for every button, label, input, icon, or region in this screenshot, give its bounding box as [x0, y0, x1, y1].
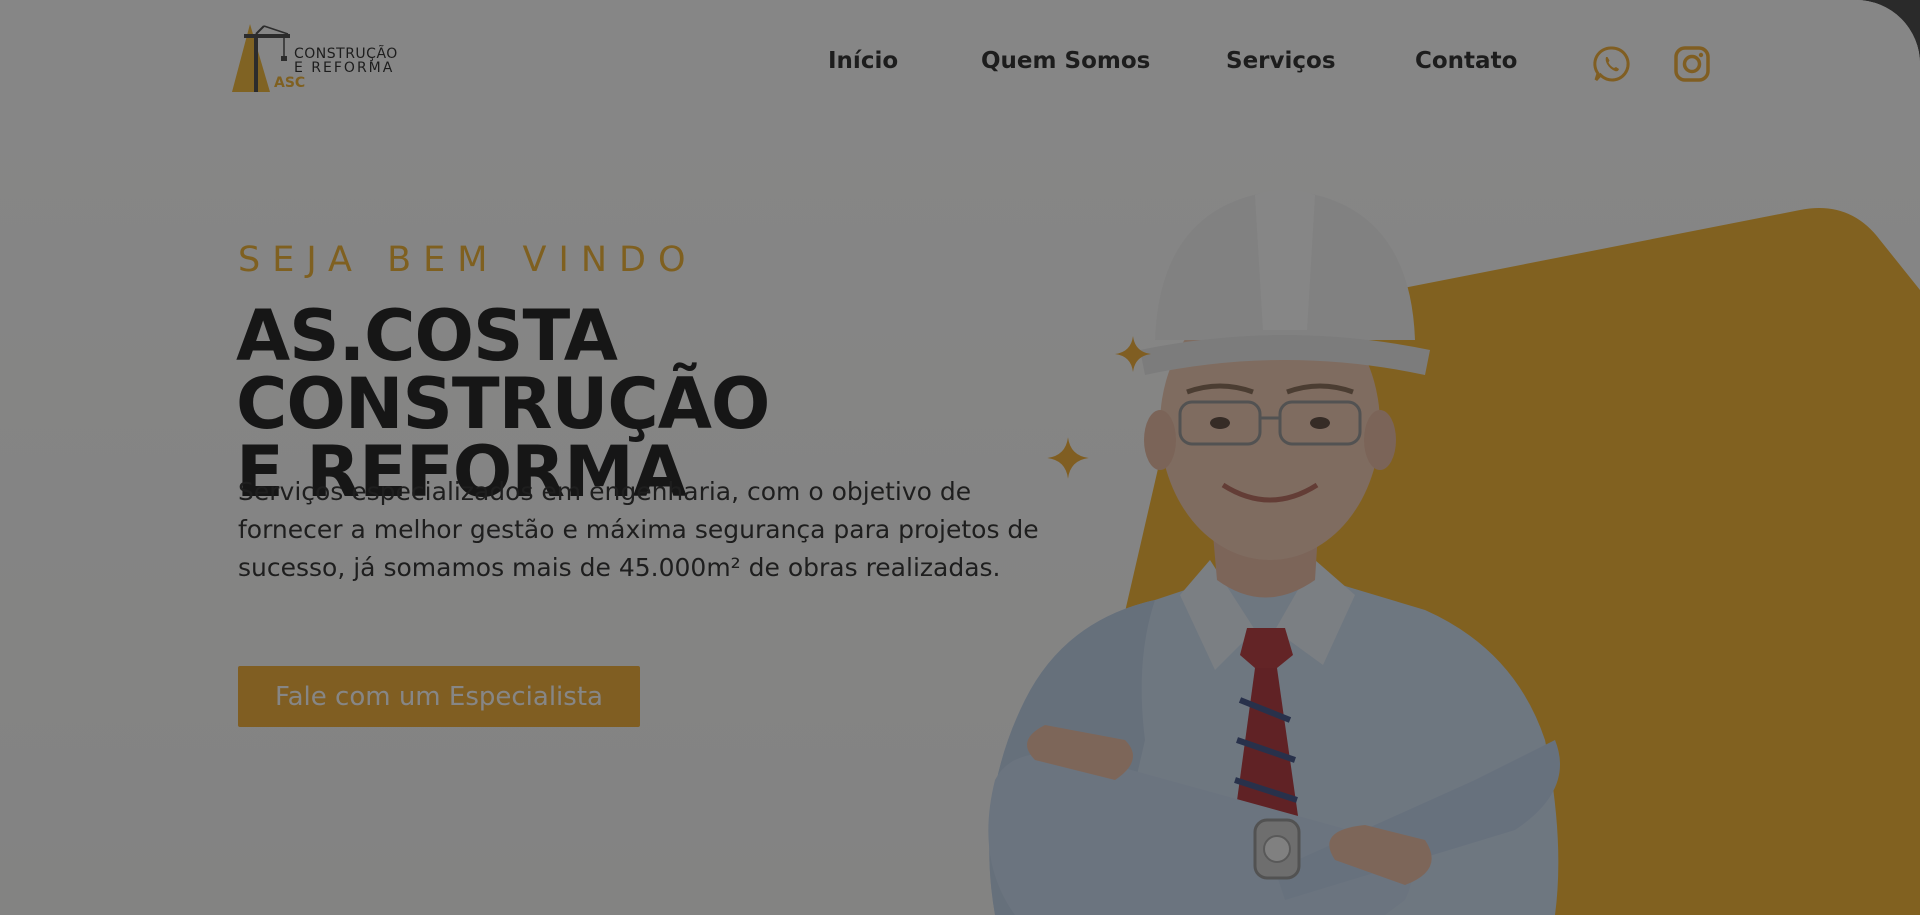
top-navigation: CONSTRUÇÃO E REFORMA ASC Início Quem Som…: [0, 0, 1920, 130]
hero-title-line-1: AS.COSTA CONSTRUÇÃO: [236, 295, 770, 445]
contact-specialist-button[interactable]: Fale com um Especialista: [238, 666, 640, 727]
whatsapp-icon[interactable]: [1592, 44, 1632, 84]
instagram-icon[interactable]: [1672, 44, 1712, 84]
brand-logo[interactable]: CONSTRUÇÃO E REFORMA ASC: [230, 22, 400, 96]
nav-link-contato[interactable]: Contato: [1415, 48, 1517, 74]
hero-description: Serviços especializados em engenharia, c…: [238, 477, 1039, 582]
nav-link-inicio[interactable]: Início: [828, 48, 898, 74]
engineer-photo: [988, 190, 1560, 915]
landing-page: CONSTRUÇÃO E REFORMA ASC Início Quem Som…: [0, 0, 1920, 915]
nav-link-servicos[interactable]: Serviços: [1226, 48, 1336, 74]
brand-line-2: E REFORMA: [294, 60, 395, 76]
brand-mark: ASC: [274, 75, 306, 91]
nav-link-quem-somos[interactable]: Quem Somos: [981, 48, 1150, 74]
hero-kicker: SEJA BEM VINDO: [238, 240, 698, 280]
